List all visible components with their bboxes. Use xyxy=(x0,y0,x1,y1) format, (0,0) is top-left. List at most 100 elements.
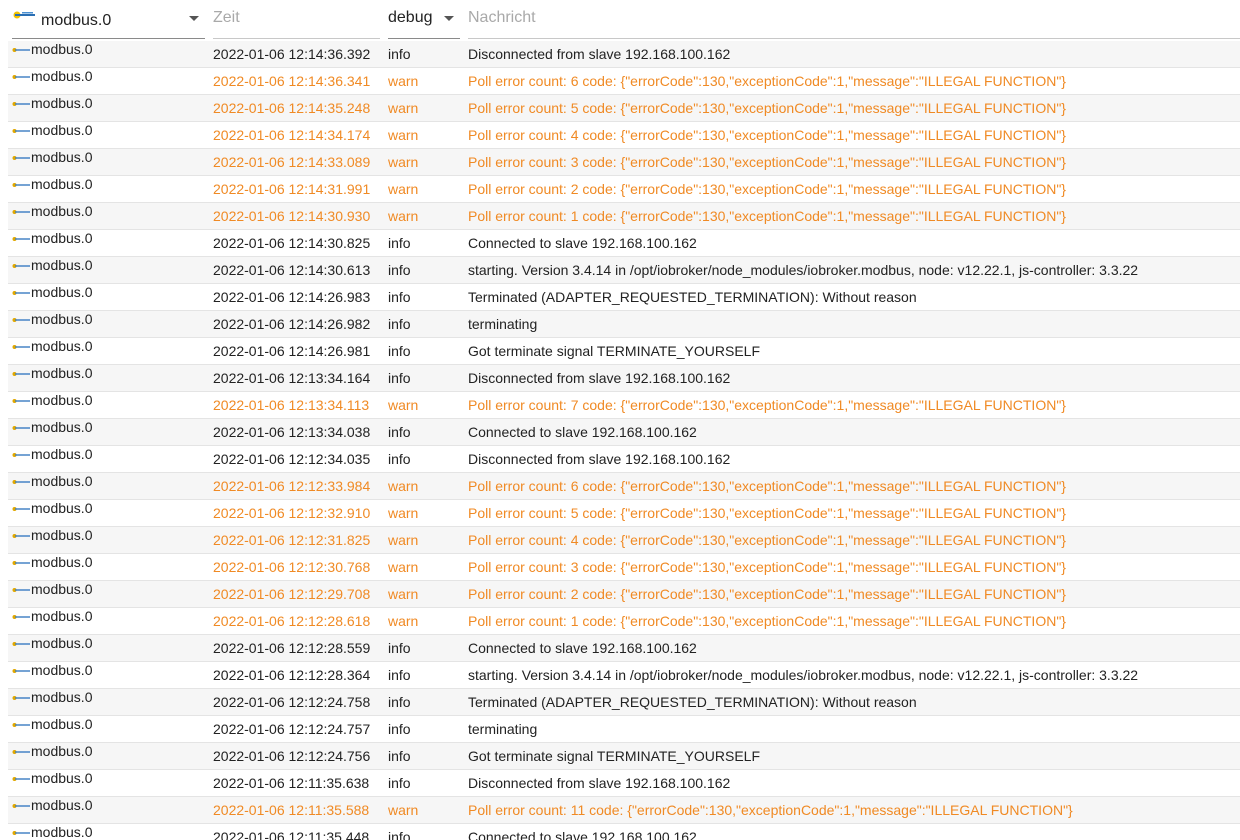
adapter-plug-icon xyxy=(12,399,30,404)
log-source-cell: modbus.0 xyxy=(12,495,92,522)
log-source-cell: modbus.0 xyxy=(12,819,92,840)
log-message-cell: Poll error count: 3 code: {"errorCode":1… xyxy=(468,559,1066,575)
modbus-adapter-logo-icon xyxy=(13,11,35,19)
log-source-label: modbus.0 xyxy=(31,176,93,192)
log-row: modbus.0 2022-01-06 12:12:31.825 warn Poll … xyxy=(8,527,1240,554)
log-message-cell: starting. Version 3.4.14 in /opt/iobroke… xyxy=(468,667,1139,683)
adapter-plug-icon xyxy=(12,129,30,134)
log-message-cell: Poll error count: 5 code: {"errorCode":1… xyxy=(468,505,1066,521)
time-filter-input[interactable]: Zeit xyxy=(213,0,380,39)
log-source-cell: modbus.0 xyxy=(12,90,92,117)
source-filter-value: modbus.0 xyxy=(41,12,112,29)
log-severity-cell: warn xyxy=(388,802,419,818)
log-source-cell: modbus.0 xyxy=(12,765,92,792)
log-row: modbus.0 2022-01-06 12:12:24.757 info termi… xyxy=(8,716,1240,743)
adapter-plug-icon xyxy=(12,345,30,350)
log-severity-cell: warn xyxy=(388,397,419,413)
log-message-cell: Poll error count: 2 code: {"errorCode":1… xyxy=(468,181,1066,197)
adapter-plug-icon xyxy=(12,291,30,296)
log-severity-cell: info xyxy=(388,46,411,62)
adapter-plug-icon xyxy=(12,237,30,242)
log-source-label: modbus.0 xyxy=(31,365,93,381)
log-message-cell: Connected to slave 192.168.100.162 xyxy=(468,424,697,440)
log-row: modbus.0 2022-01-06 12:12:33.984 warn Poll … xyxy=(8,473,1240,500)
level-filter-select[interactable]: debug xyxy=(388,0,460,39)
log-message-cell: Got terminate signal TERMINATE_YOURSELF xyxy=(468,343,761,359)
log-row: modbus.0 2022-01-06 12:14:30.930 warn Poll … xyxy=(8,203,1240,230)
log-row: modbus.0 2022-01-06 12:12:32.910 warn Poll … xyxy=(8,500,1240,527)
log-message-cell: Poll error count: 1 code: {"errorCode":1… xyxy=(468,613,1066,629)
adapter-plug-icon xyxy=(12,75,30,80)
log-message-cell: Poll error count: 11 code: {"errorCode":… xyxy=(468,802,1073,818)
log-row: modbus.0 2022-01-06 12:11:35.448 info Conne… xyxy=(8,824,1240,840)
adapter-plug-icon xyxy=(12,561,30,566)
log-severity-cell: info xyxy=(388,829,411,840)
log-severity-cell: info xyxy=(388,235,411,251)
log-source-label: modbus.0 xyxy=(31,419,93,435)
log-message-cell: Poll error count: 7 code: {"errorCode":1… xyxy=(468,397,1066,413)
log-time-cell: 2022-01-06 12:12:24.756 xyxy=(213,748,371,764)
log-source-label: modbus.0 xyxy=(31,581,93,597)
log-source-cell: modbus.0 xyxy=(12,225,92,252)
log-message-cell: starting. Version 3.4.14 in /opt/iobroke… xyxy=(468,262,1139,278)
log-time-cell: 2022-01-06 12:14:30.930 xyxy=(213,208,371,224)
adapter-plug-icon xyxy=(12,102,30,107)
log-source-label: modbus.0 xyxy=(31,122,93,138)
log-severity-cell: warn xyxy=(388,478,419,494)
adapter-plug-icon xyxy=(12,750,30,755)
time-filter-placeholder: Zeit xyxy=(213,9,240,26)
log-source-label: modbus.0 xyxy=(31,662,93,678)
level-filter-value: debug xyxy=(388,9,433,26)
log-severity-cell: info xyxy=(388,721,411,737)
log-source-cell: modbus.0 xyxy=(12,441,92,468)
log-source-cell: modbus.0 xyxy=(12,468,92,495)
log-time-cell: 2022-01-06 12:12:32.910 xyxy=(213,505,371,521)
log-filter-bar: modbus.0 Zeit debug Nachricht xyxy=(0,0,1240,40)
log-row: modbus.0 2022-01-06 12:13:34.113 warn Poll … xyxy=(8,392,1240,419)
source-filter-select[interactable]: modbus.0 xyxy=(12,0,205,39)
log-message-cell: terminating xyxy=(468,316,538,332)
log-source-cell: modbus.0 xyxy=(12,414,92,441)
message-filter-input[interactable]: Nachricht xyxy=(468,0,1240,39)
log-row: modbus.0 2022-01-06 12:14:30.613 info start… xyxy=(8,257,1240,284)
log-time-cell: 2022-01-06 12:14:30.613 xyxy=(213,262,371,278)
log-source-cell: modbus.0 xyxy=(12,387,92,414)
log-message-cell: Poll error count: 4 code: {"errorCode":1… xyxy=(468,532,1066,548)
log-severity-cell: warn xyxy=(388,586,419,602)
log-row: modbus.0 2022-01-06 12:12:24.756 info Got t… xyxy=(8,743,1240,770)
log-severity-cell: warn xyxy=(388,181,419,197)
log-severity-cell: info xyxy=(388,748,411,764)
log-source-label: modbus.0 xyxy=(31,473,93,489)
log-source-cell: modbus.0 xyxy=(12,198,92,225)
log-time-cell: 2022-01-06 12:11:35.638 xyxy=(213,775,370,791)
log-source-cell: modbus.0 xyxy=(12,171,92,198)
log-source-cell: modbus.0 xyxy=(12,576,92,603)
log-time-cell: 2022-01-06 12:13:34.113 xyxy=(213,397,370,413)
log-severity-cell: warn xyxy=(388,559,419,575)
log-message-cell: Poll error count: 5 code: {"errorCode":1… xyxy=(468,100,1066,116)
log-source-cell: modbus.0 xyxy=(12,711,92,738)
log-severity-cell: warn xyxy=(388,100,419,116)
log-time-cell: 2022-01-06 12:14:26.981 xyxy=(213,343,371,359)
adapter-plug-icon xyxy=(12,183,30,188)
log-source-cell: modbus.0 xyxy=(12,144,92,171)
log-message-cell: Connected to slave 192.168.100.162 xyxy=(468,829,697,840)
log-row: modbus.0 2022-01-06 12:12:28.364 info start… xyxy=(8,662,1240,689)
log-row: modbus.0 2022-01-06 12:14:34.174 warn Poll … xyxy=(8,122,1240,149)
log-time-cell: 2022-01-06 12:11:35.588 xyxy=(213,802,370,818)
log-severity-cell: info xyxy=(388,775,411,791)
adapter-plug-icon xyxy=(12,723,30,728)
log-page: modbus.0 Zeit debug Nachricht modbus.0 20… xyxy=(0,0,1240,840)
adapter-plug-icon xyxy=(12,615,30,620)
log-source-label: modbus.0 xyxy=(31,608,93,624)
message-filter-placeholder: Nachricht xyxy=(468,9,536,26)
log-source-cell: modbus.0 xyxy=(12,306,92,333)
log-time-cell: 2022-01-06 12:14:33.089 xyxy=(213,154,371,170)
log-source-cell: modbus.0 xyxy=(12,252,92,279)
log-source-cell: modbus.0 xyxy=(12,684,92,711)
log-source-label: modbus.0 xyxy=(31,338,93,354)
log-time-cell: 2022-01-06 12:14:26.982 xyxy=(213,316,371,332)
log-severity-cell: info xyxy=(388,451,411,467)
log-message-cell: Poll error count: 1 code: {"errorCode":1… xyxy=(468,208,1066,224)
log-source-label: modbus.0 xyxy=(31,689,93,705)
